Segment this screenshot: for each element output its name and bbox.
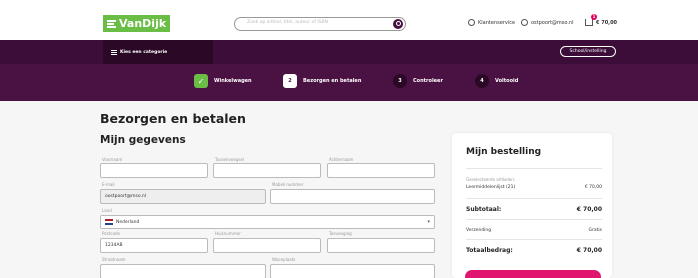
achternaam-field[interactable] [327, 163, 435, 178]
total-value: € 70,00 [576, 247, 602, 254]
land-select[interactable]: Nederland ▾ [100, 215, 435, 229]
postcode-label: Postcode [102, 231, 121, 236]
land-value: Nederland [116, 219, 140, 225]
cart-link[interactable]: 1 € 70,00 [585, 14, 618, 26]
page-title: Bezorgen en betalen [100, 111, 246, 126]
continue-button[interactable] [465, 270, 601, 278]
step-label: Bezorgen en betalen [303, 78, 362, 84]
items-heading-label: Geselecteerde artikelen: [466, 177, 516, 182]
divider [466, 198, 602, 199]
step-number: 2 [283, 74, 297, 88]
tussenvoegsel-label: Tussenvoegsel [215, 157, 245, 162]
step-number: 4 [475, 74, 489, 88]
straatnaam-label: Straatnaam [102, 257, 126, 262]
search-icon[interactable] [393, 19, 403, 29]
total-label: Totaalbedrag: [466, 247, 513, 254]
subtotal-label: Subtotaal: [466, 206, 502, 213]
step-label: Voltooid [495, 78, 519, 84]
subtotal-value: € 70,00 [576, 206, 602, 213]
search-placeholder: Zoek op artikel, titel, auteur of ISBN [247, 20, 328, 25]
step-controleer: 3 Controleer [393, 74, 443, 88]
toevoeging-label: Toevoeging [329, 231, 352, 236]
order-title: Mijn bestelling [466, 147, 542, 157]
items-heading: Geselecteerde artikelen: [466, 177, 602, 182]
shipping-row: Verzending Gratis [466, 228, 602, 233]
dutch-flag-icon [105, 219, 113, 225]
cart-total: € 70,00 [596, 19, 618, 26]
vandijk-logo[interactable]: VanDijk [103, 15, 170, 32]
step-winkelwagen[interactable]: ✓ Winkelwagen [194, 74, 252, 88]
school-button[interactable]: School/instelling [560, 46, 616, 57]
achternaam-label: Achternaam [329, 157, 354, 162]
step-number: 3 [393, 74, 407, 88]
menu-icon [111, 49, 117, 55]
check-icon: ✓ [194, 74, 208, 88]
cart-count-badge: 1 [591, 14, 597, 20]
tussenvoegsel-field[interactable] [213, 163, 321, 178]
woonplaats-label: Woonplaats [272, 257, 296, 262]
divider [466, 219, 602, 220]
section-title: Mijn gegevens [100, 134, 186, 146]
voornaam-label: Voornaam [102, 157, 123, 162]
customer-service-link[interactable]: Klantenservice [468, 19, 515, 26]
divider [466, 239, 602, 240]
divider [466, 168, 602, 169]
shipping-value: Gratis [588, 228, 602, 233]
voornaam-field[interactable] [100, 163, 208, 178]
total-row: Totaalbedrag: € 70,00 [466, 247, 602, 254]
logo-text: VanDijk [119, 17, 167, 30]
item-name: Leermiddelenlijst (21) [466, 185, 516, 190]
cart-icon: 1 [585, 14, 597, 26]
woonplaats-field[interactable] [270, 264, 435, 278]
checkout-page: VanDijk Zoek op artikel, titel, auteur o… [0, 0, 698, 278]
mobiel-field[interactable] [270, 189, 435, 204]
mobiel-label: Mobiel nummer [272, 182, 304, 187]
item-price: € 70,00 [584, 185, 602, 190]
chevron-down-icon: ▾ [427, 219, 430, 225]
toevoeging-field[interactable] [327, 238, 435, 253]
account-email: ostpoort@mso.nl [531, 19, 574, 26]
email-label: E-mail [102, 182, 115, 187]
logo-mark-icon [107, 19, 116, 28]
shipping-label: Verzending [466, 228, 492, 233]
step-label: Controleer [413, 78, 443, 84]
step-label: Winkelwagen [214, 78, 252, 84]
order-item-row: Leermiddelenlijst (21) € 70,00 [466, 185, 602, 190]
customer-service-label: Klantenservice [478, 19, 516, 26]
headset-icon [468, 19, 475, 26]
huisnummer-field[interactable] [213, 238, 321, 253]
user-icon [521, 19, 528, 26]
postcode-field[interactable]: 1234AB [100, 238, 208, 253]
email-field[interactable]: oostpoort@mso.nl [100, 189, 266, 204]
site-header: VanDijk Zoek op artikel, titel, auteur o… [0, 0, 698, 40]
step-voltooid: 4 Voltooid [475, 74, 518, 88]
subtotal-row: Subtotaal: € 70,00 [466, 206, 602, 213]
account-link[interactable]: ostpoort@mso.nl [521, 19, 574, 26]
category-label: Kies een categorie [120, 49, 168, 55]
straatnaam-field[interactable] [100, 264, 266, 278]
step-bezorgen: 2 Bezorgen en betalen [283, 74, 361, 88]
search-bar[interactable]: Zoek op artikel, titel, auteur of ISBN [234, 17, 406, 31]
land-label: Land [102, 208, 112, 213]
huisnummer-label: Huisnummer [215, 231, 241, 236]
category-menu-button[interactable]: Kies een categorie [103, 40, 213, 64]
